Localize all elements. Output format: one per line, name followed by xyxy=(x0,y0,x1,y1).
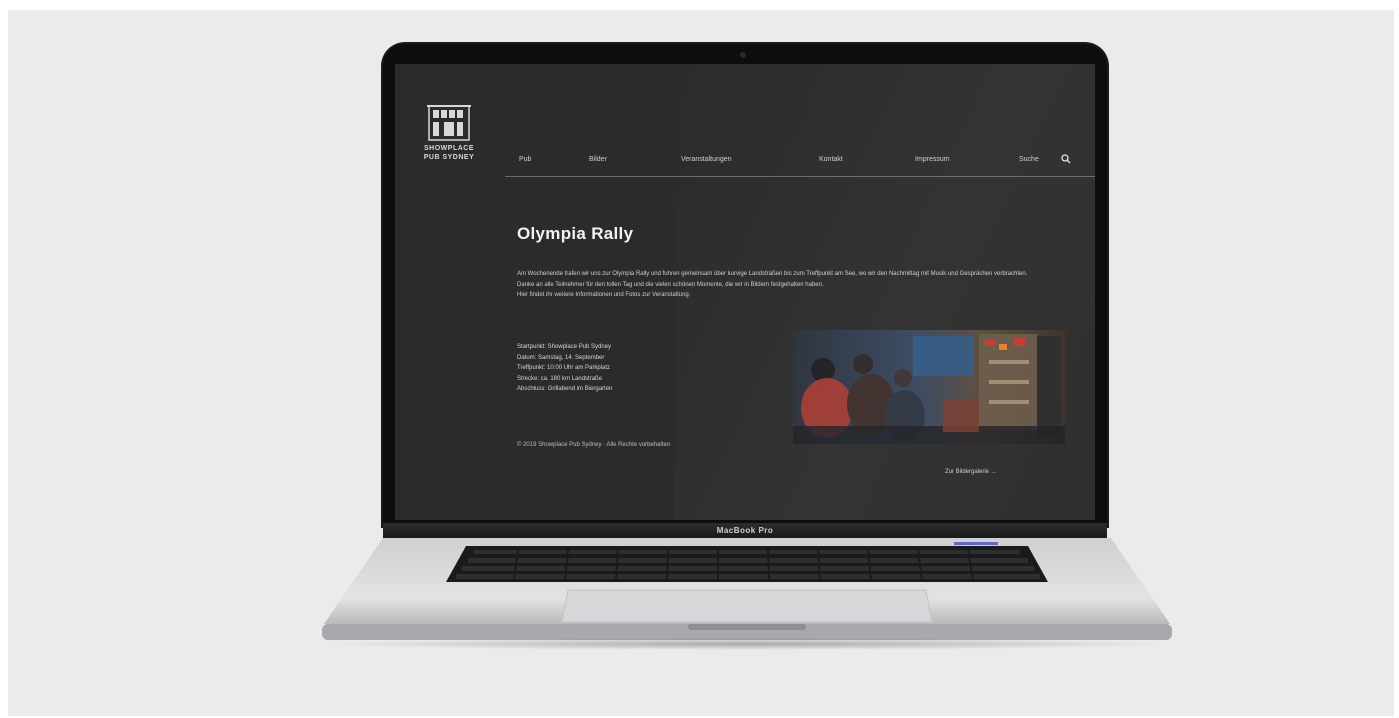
nav-item-search[interactable]: Suche xyxy=(1019,156,1039,163)
camera-dot xyxy=(740,52,746,58)
search-icon[interactable] xyxy=(1061,154,1071,164)
site-logo[interactable]: SHOWPLACE PUB SYDNEY xyxy=(415,102,483,176)
event-details: Startpunkt: Showplace Pub Sydney Datum: … xyxy=(517,342,757,395)
detail-line: Treffpunkt: 10:00 Uhr am Parkplatz xyxy=(517,365,611,371)
nav-item-kontakt[interactable]: Kontakt xyxy=(819,156,843,163)
building-logo-icon xyxy=(427,105,471,141)
nav-item-impressum[interactable]: Impressum xyxy=(915,156,950,163)
intro-paragraph: Danke an alle Teilnehmer für den tollen … xyxy=(517,281,824,288)
laptop-screen: SHOWPLACE PUB SYDNEY Pub Bilder Veransta… xyxy=(395,64,1095,520)
copyright-text: © 2019 Showplace Pub Sydney · Alle Recht… xyxy=(517,442,671,448)
event-photo[interactable] xyxy=(793,330,1065,444)
laptop-hinge: MacBook Pro xyxy=(383,523,1107,539)
intro-text: Am Wochenende trafen wir uns zur Olympia… xyxy=(517,269,1057,301)
nav-item-bilder[interactable]: Bilder xyxy=(589,156,607,163)
detail-line: Datum: Samstag, 14. September xyxy=(517,354,605,361)
laptop-shadow xyxy=(318,638,1176,650)
intro-paragraph: Am Wochenende trafen wir uns zur Olympia… xyxy=(517,271,1028,277)
brand-label: MacBook Pro xyxy=(716,526,774,535)
detail-line: Abschluss: Grillabend im Biergarten xyxy=(517,386,613,392)
nav-item-pub[interactable]: Pub xyxy=(519,156,531,163)
laptop-lid: SHOWPLACE PUB SYDNEY Pub Bilder Veransta… xyxy=(383,44,1107,526)
logo-text: SHOWPLACE PUB SYDNEY xyxy=(423,145,475,161)
gallery-link[interactable]: Zur Bildergalerie → xyxy=(945,469,997,475)
main-nav: Pub Bilder Veranstaltungen Kontakt Impre… xyxy=(505,152,1095,177)
nav-item-veranstaltungen[interactable]: Veranstaltungen xyxy=(681,156,732,163)
detail-line: Strecke: ca. 180 km Landstraße xyxy=(517,375,603,382)
page-title: Olympia Rally xyxy=(517,224,634,243)
event-photo-image xyxy=(793,330,1065,444)
detail-line: Startpunkt: Showplace Pub Sydney xyxy=(517,344,612,350)
laptop-base xyxy=(322,538,1172,640)
intro-paragraph: Hier findet ihr weitere Informationen un… xyxy=(517,292,691,298)
